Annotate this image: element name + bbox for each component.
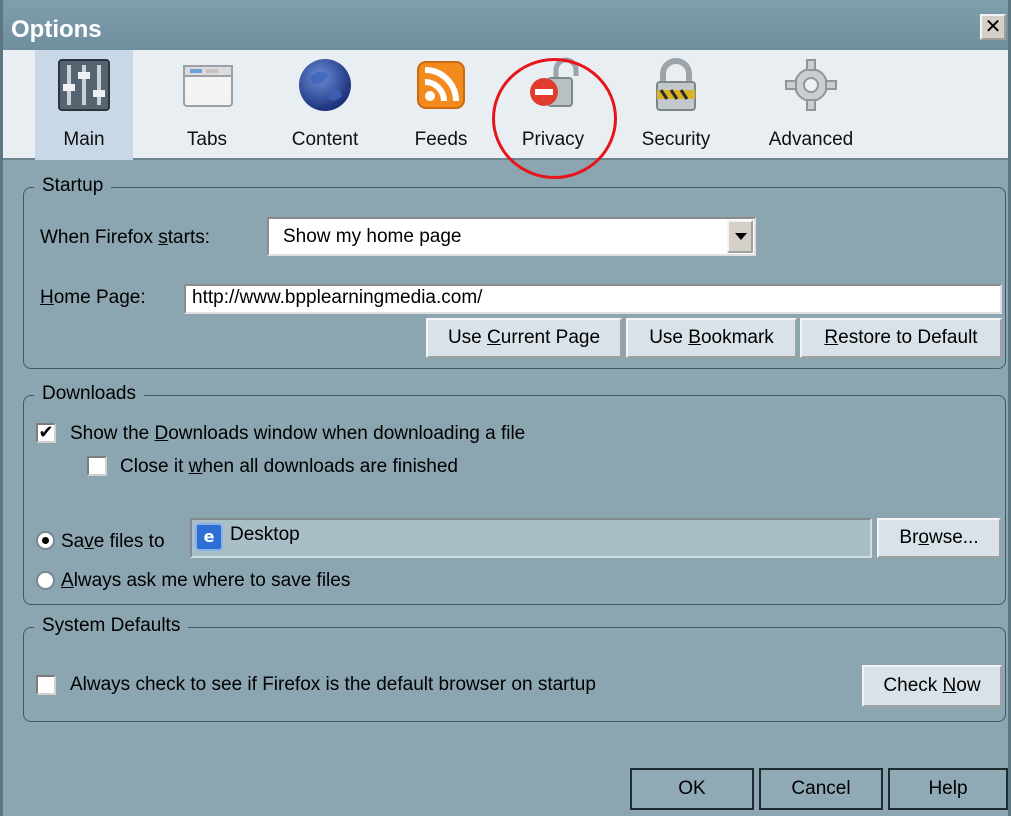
system-defaults-group-title: System Defaults [34, 615, 189, 637]
ok-button[interactable]: OK [630, 768, 754, 810]
tab-tabs-label: Tabs [186, 129, 228, 150]
close-when-finished-label: Close it when all downloads are finished [120, 456, 458, 477]
title-bar: Options ✕ [3, 0, 1008, 50]
desktop-folder-icon: e [195, 523, 223, 551]
close-icon[interactable]: ✕ [980, 14, 1006, 40]
feeds-rss-icon [417, 61, 465, 109]
use-current-page-button[interactable]: Use Current Page [426, 318, 622, 358]
tab-security[interactable]: Security [623, 50, 729, 160]
tab-content[interactable]: Content [273, 50, 377, 160]
tab-feeds[interactable]: Feeds [397, 50, 485, 160]
dialog-title: Options [11, 16, 102, 43]
save-files-label: Save files to [61, 531, 165, 552]
restore-default-button[interactable]: Restore to Default [800, 318, 1002, 358]
tab-security-label: Security [641, 129, 711, 150]
startup-group-title: Startup [34, 175, 112, 197]
options-dialog: Options ✕ Main Tabs Content Feeds Privac… [0, 0, 1011, 816]
browse-button[interactable]: Browse... [877, 518, 1001, 558]
tab-main-label: Main [63, 129, 105, 150]
downloads-group-title: Downloads [34, 383, 144, 405]
always-ask-label: Always ask me where to save files [61, 570, 351, 591]
advanced-gear-icon [785, 59, 837, 111]
show-downloads-checkbox[interactable]: ✔ [36, 423, 56, 443]
when-starts-select[interactable]: Show my home page [267, 217, 756, 256]
save-files-radio[interactable] [36, 531, 55, 550]
save-folder-value: Desktop [230, 524, 300, 545]
default-browser-checkbox[interactable] [36, 675, 56, 695]
save-folder-field[interactable]: e Desktop [190, 518, 872, 558]
home-page-input[interactable]: http://www.bpplearningmedia.com/ [184, 284, 1002, 314]
always-ask-radio[interactable] [36, 571, 55, 590]
chevron-down-icon[interactable] [727, 220, 753, 253]
home-page-label: Home Page: [40, 287, 146, 308]
close-when-finished-checkbox[interactable] [87, 456, 107, 476]
show-downloads-label: Show the Downloads window when downloadi… [70, 423, 526, 444]
tab-tabs[interactable]: Tabs [163, 50, 251, 160]
tabs-window-icon [183, 65, 233, 107]
tab-main[interactable]: Main [35, 50, 133, 160]
default-browser-label: Always check to see if Firefox is the de… [70, 674, 596, 695]
check-now-button[interactable]: Check Now [862, 665, 1002, 707]
tab-feeds-label: Feeds [414, 129, 468, 150]
tab-content-label: Content [291, 129, 359, 150]
cancel-button[interactable]: Cancel [759, 768, 883, 810]
help-button[interactable]: Help [888, 768, 1008, 810]
use-bookmark-button[interactable]: Use Bookmark [626, 318, 797, 358]
main-sliders-icon [58, 59, 110, 111]
when-starts-value: Show my home page [283, 226, 462, 247]
highlight-circle [492, 58, 617, 179]
security-padlock-icon [656, 58, 696, 111]
content-globe-icon [299, 59, 351, 111]
when-starts-label: When Firefox starts: [40, 227, 210, 248]
tab-advanced-label: Advanced [768, 129, 854, 150]
tab-advanced[interactable]: Advanced [748, 50, 874, 160]
